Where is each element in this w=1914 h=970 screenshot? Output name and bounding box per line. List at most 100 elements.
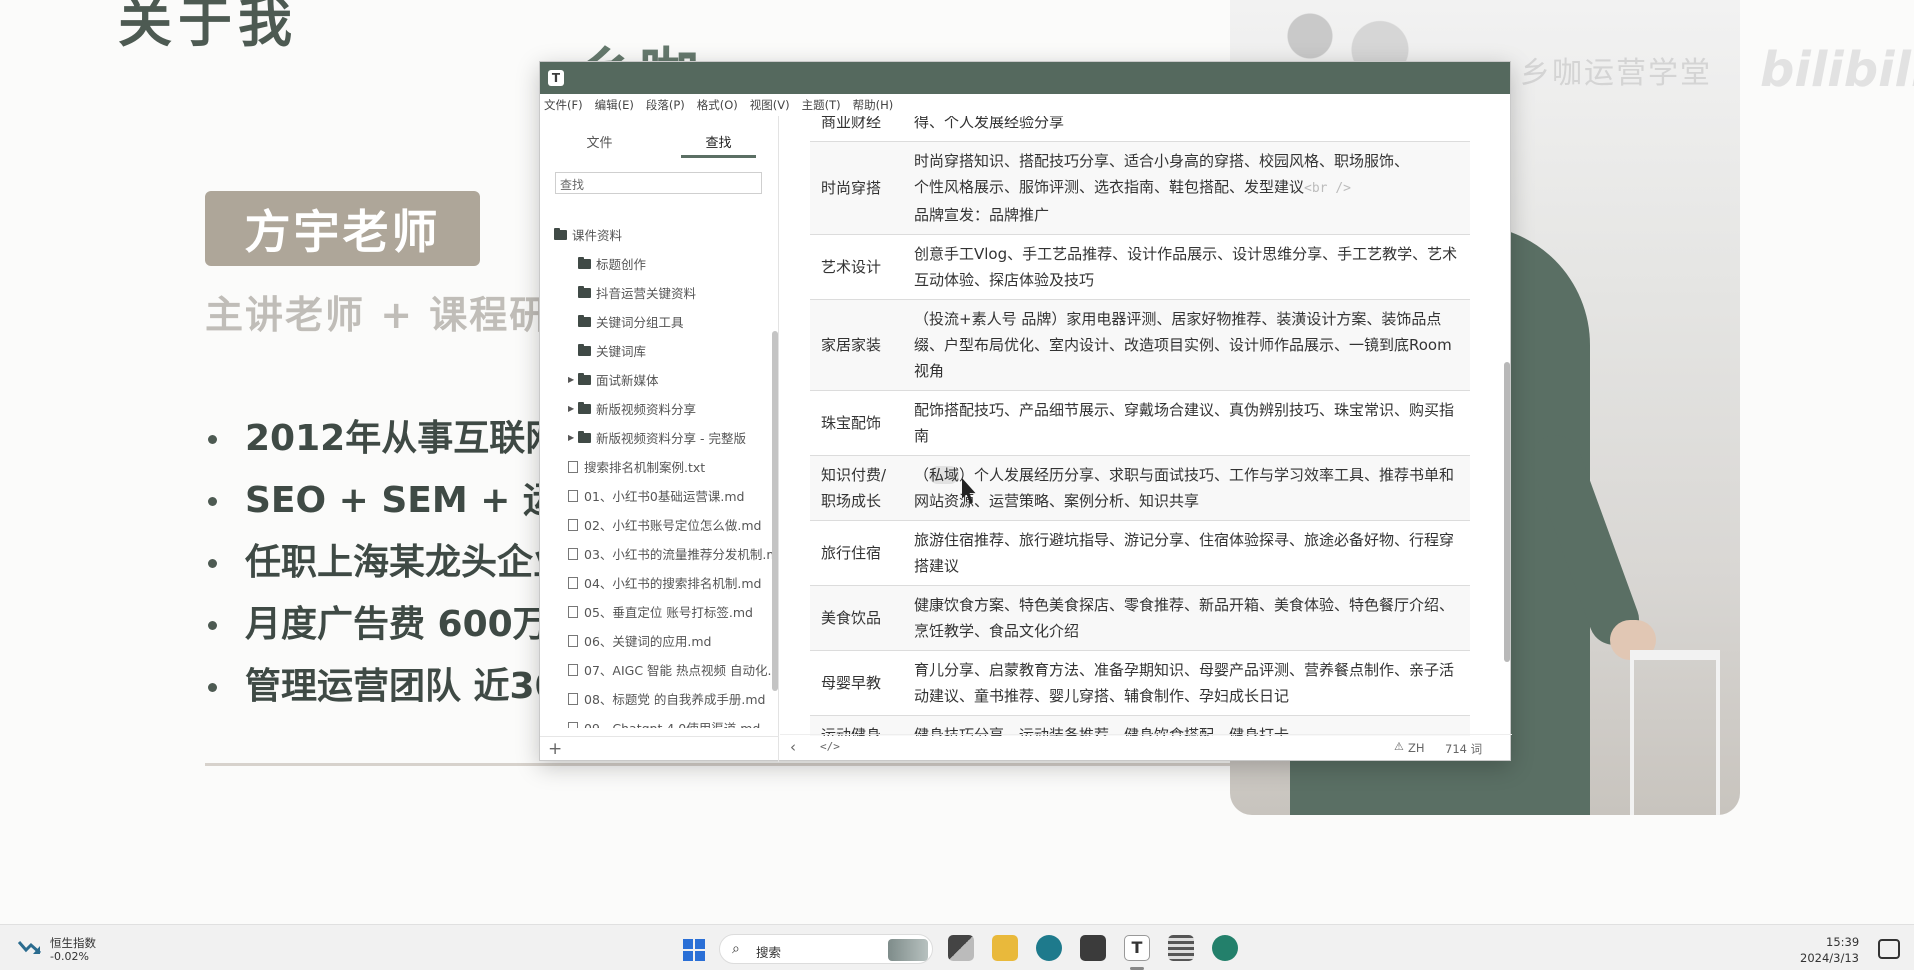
clock-time[interactable]: 15:39 <box>1826 935 1859 949</box>
chevron-right-icon[interactable]: ▶ <box>568 375 576 384</box>
tree-file[interactable]: 06、关键词的应用.md <box>540 626 775 655</box>
table-row: 运动健身 健身技巧分享、运动装备推荐、健身饮食搭配、健身打卡 <box>810 715 1470 736</box>
folder-icon <box>554 227 567 240</box>
file-icon <box>568 460 578 473</box>
description-cell[interactable]: 创意手工Vlog、手工艺品推荐、设计作品展示、设计思维分享、手工艺教学、艺术互动… <box>902 234 1470 300</box>
tree-item-label: 面试新媒体 <box>596 373 659 388</box>
table-row: 家居家装 （投流+素人号 品牌）家用电器评测、居家好物推荐、装潢设计方案、装饰品点… <box>810 299 1470 391</box>
language-indicator[interactable]: ZH <box>1408 741 1425 755</box>
description-cell[interactable]: 时尚穿搭知识、搭配技巧分享、适合小身高的穿搭、校园风格、职场服饰、个性风格展示、… <box>902 141 1470 235</box>
tree-file[interactable]: 01、小红书0基础运营课.md <box>540 481 775 510</box>
sidebar-scrollbar[interactable] <box>772 331 778 691</box>
description-text: 时尚穿搭知识、搭配技巧分享、适合小身高的穿搭、校园风格、职场服饰、 <box>914 152 1410 170</box>
tree-file[interactable]: 08、标题党 的自我养成手册.md <box>540 684 775 713</box>
description-cell[interactable]: 得、个人发展经验分享 <box>902 116 1470 142</box>
category-cell[interactable]: 知识付费/职场成长 <box>810 455 902 521</box>
tree-item-label: 01、小红书0基础运营课.md <box>584 489 745 504</box>
back-icon[interactable]: ‹ <box>790 738 796 756</box>
category-cell[interactable]: 旅行住宿 <box>810 520 902 586</box>
warning-icon[interactable]: ⚠ <box>1394 740 1404 753</box>
tree-folder[interactable]: ▶ 面试新媒体 <box>540 365 775 394</box>
description-cell[interactable]: 健身技巧分享、运动装备推荐、健身饮食搭配、健身打卡 <box>902 715 1470 736</box>
taskbar-search[interactable]: ⌕ 搜索 <box>719 934 933 964</box>
category-cell[interactable]: 时尚穿搭 <box>810 141 902 235</box>
clock-date[interactable]: 2024/3/13 <box>1800 951 1859 965</box>
menu-item[interactable]: 文件(F) <box>544 97 583 113</box>
category-cell[interactable]: 艺术设计 <box>810 234 902 300</box>
stock-change[interactable]: -0.02% <box>50 950 89 963</box>
category-cell[interactable]: 商业财经 <box>810 116 902 142</box>
menu-item[interactable]: 视图(V) <box>750 97 790 113</box>
tree-folder[interactable]: 标题创作 <box>540 249 775 278</box>
task-view-icon[interactable] <box>948 935 974 961</box>
category-table: 商业财经 得、个人发展经验分享 时尚穿搭 时尚穿搭知识、搭配技巧分享、适合小身高的穿搭… <box>810 116 1470 736</box>
word-count[interactable]: 714 词 <box>1445 741 1482 757</box>
menu-item[interactable]: 编辑(E) <box>595 97 634 113</box>
tree-file[interactable]: 03、小红书的流量推荐分发机制.md <box>540 539 775 568</box>
description-cell[interactable]: （私域）个人发展经历分享、求职与面试技巧、工作与学习效率工具、推荐书单和网站资源… <box>902 455 1470 521</box>
description-cell[interactable]: 育儿分享、启蒙教育方法、准备孕期知识、母婴产品评测、营养餐点制作、亲子活动建议、… <box>902 650 1470 716</box>
edge-browser-icon[interactable] <box>1036 935 1062 961</box>
description-cell[interactable]: 健康饮食方案、特色美食探店、零食推荐、新品开箱、美食体验、特色餐厅介绍、烹饪教学… <box>902 585 1470 651</box>
search-label: 搜索 <box>756 945 782 960</box>
tree-file[interactable]: 04、小红书的搜索排名机制.md <box>540 568 775 597</box>
folder-icon <box>578 401 591 414</box>
chevron-right-icon[interactable]: ▶ <box>568 433 576 442</box>
windows-start-icon[interactable] <box>683 939 705 961</box>
chevron-right-icon[interactable]: ▶ <box>568 404 576 413</box>
category-cell[interactable]: 美食饮品 <box>810 585 902 651</box>
file-explorer-icon[interactable] <box>992 935 1018 961</box>
tab-files[interactable]: 文件 <box>540 116 659 158</box>
tree-item-label: 06、关键词的应用.md <box>584 634 712 649</box>
stock-name[interactable]: 恒生指数 <box>50 935 96 951</box>
stock-trend-icon[interactable] <box>18 938 42 956</box>
add-file-icon[interactable]: + <box>548 739 562 759</box>
tree-item-label: 08、标题党 的自我养成手册.md <box>584 692 766 707</box>
title-bar[interactable]: T <box>540 62 1510 94</box>
tree-folder[interactable]: 课件资料 <box>540 220 775 249</box>
tree-file[interactable]: 05、垂直定位 账号打标签.md <box>540 597 775 626</box>
edge-dev-icon[interactable] <box>1212 935 1238 961</box>
description-cell[interactable]: 旅游住宿推荐、旅行避坑指导、游记分享、住宿体验探寻、旅途必备好物、行程穿搭建议 <box>902 520 1470 586</box>
stool <box>1630 650 1720 815</box>
editor-scrollbar[interactable] <box>1504 362 1510 662</box>
search-input[interactable]: 查找 <box>555 172 762 194</box>
folder-icon <box>578 285 591 298</box>
source-mode-icon[interactable]: </> <box>820 740 840 753</box>
table-row: 时尚穿搭 时尚穿搭知识、搭配技巧分享、适合小身高的穿搭、校园风格、职场服饰、个性风… <box>810 141 1470 235</box>
search-highlight-image <box>888 939 928 961</box>
tree-item-label: 09、Chatgpt 4.0使用渠道.md <box>584 718 760 728</box>
store-icon[interactable] <box>1080 935 1106 961</box>
menu-item[interactable]: 帮助(H) <box>853 97 894 113</box>
file-tree: 课件资料 标题创作 抖音运营关键资料 关键词分组工具 关键词库 ▶ 面试新媒体 ▶ 新版视频资料… <box>540 220 775 728</box>
tree-folder[interactable]: 抖音运营关键资料 <box>540 278 775 307</box>
typora-taskbar-icon[interactable]: T <box>1124 935 1150 961</box>
tab-search[interactable]: 查找 <box>681 116 756 158</box>
folder-icon <box>578 343 591 356</box>
notification-icon[interactable] <box>1878 939 1900 959</box>
tree-folder[interactable]: 关键词分组工具 <box>540 307 775 336</box>
category-cell[interactable]: 家居家装 <box>810 299 902 391</box>
category-cell[interactable]: 运动健身 <box>810 715 902 736</box>
category-cell[interactable]: 珠宝配饰 <box>810 390 902 456</box>
tree-file[interactable]: 09、Chatgpt 4.0使用渠道.md <box>540 713 775 728</box>
tree-file[interactable]: 02、小红书账号定位怎么做.md <box>540 510 775 539</box>
notepad-icon[interactable] <box>1168 935 1194 961</box>
description-cell[interactable]: （投流+素人号 品牌）家用电器评测、居家好物推荐、装潢设计方案、装饰品点缀、户型… <box>902 299 1470 391</box>
tree-file[interactable]: 07、AIGC 智能 热点视频 自动化.md <box>540 655 775 684</box>
tree-item-label: 搜索排名机制案例.txt <box>584 460 706 475</box>
editor-area[interactable]: 商业财经 得、个人发展经验分享 时尚穿搭 时尚穿搭知识、搭配技巧分享、适合小身高的穿搭… <box>780 116 1512 736</box>
tree-folder[interactable]: ▶ 新版视频资料分享 - 完整版 <box>540 423 775 452</box>
tree-item-label: 02、小红书账号定位怎么做.md <box>584 518 762 533</box>
menu-item[interactable]: 段落(P) <box>646 97 685 113</box>
tree-file[interactable]: 搜索排名机制案例.txt <box>540 452 775 481</box>
menu-item[interactable]: 格式(O) <box>697 97 738 113</box>
tree-folder[interactable]: ▶ 新版视频资料分享 <box>540 394 775 423</box>
folder-icon <box>578 314 591 327</box>
menu-item[interactable]: 主题(T) <box>802 97 841 113</box>
highlighted-text: 私域 <box>929 466 960 484</box>
description-cell[interactable]: 配饰搭配技巧、产品细节展示、穿戴场合建议、真伪辨别技巧、珠宝常识、购买指南 <box>902 390 1470 456</box>
tree-folder[interactable]: 关键词库 <box>540 336 775 365</box>
description-line: 个性风格展示、服饰评测、选衣指南、鞋包搭配、发型建议<br /> <box>914 174 1460 202</box>
category-cell[interactable]: 母婴早教 <box>810 650 902 716</box>
